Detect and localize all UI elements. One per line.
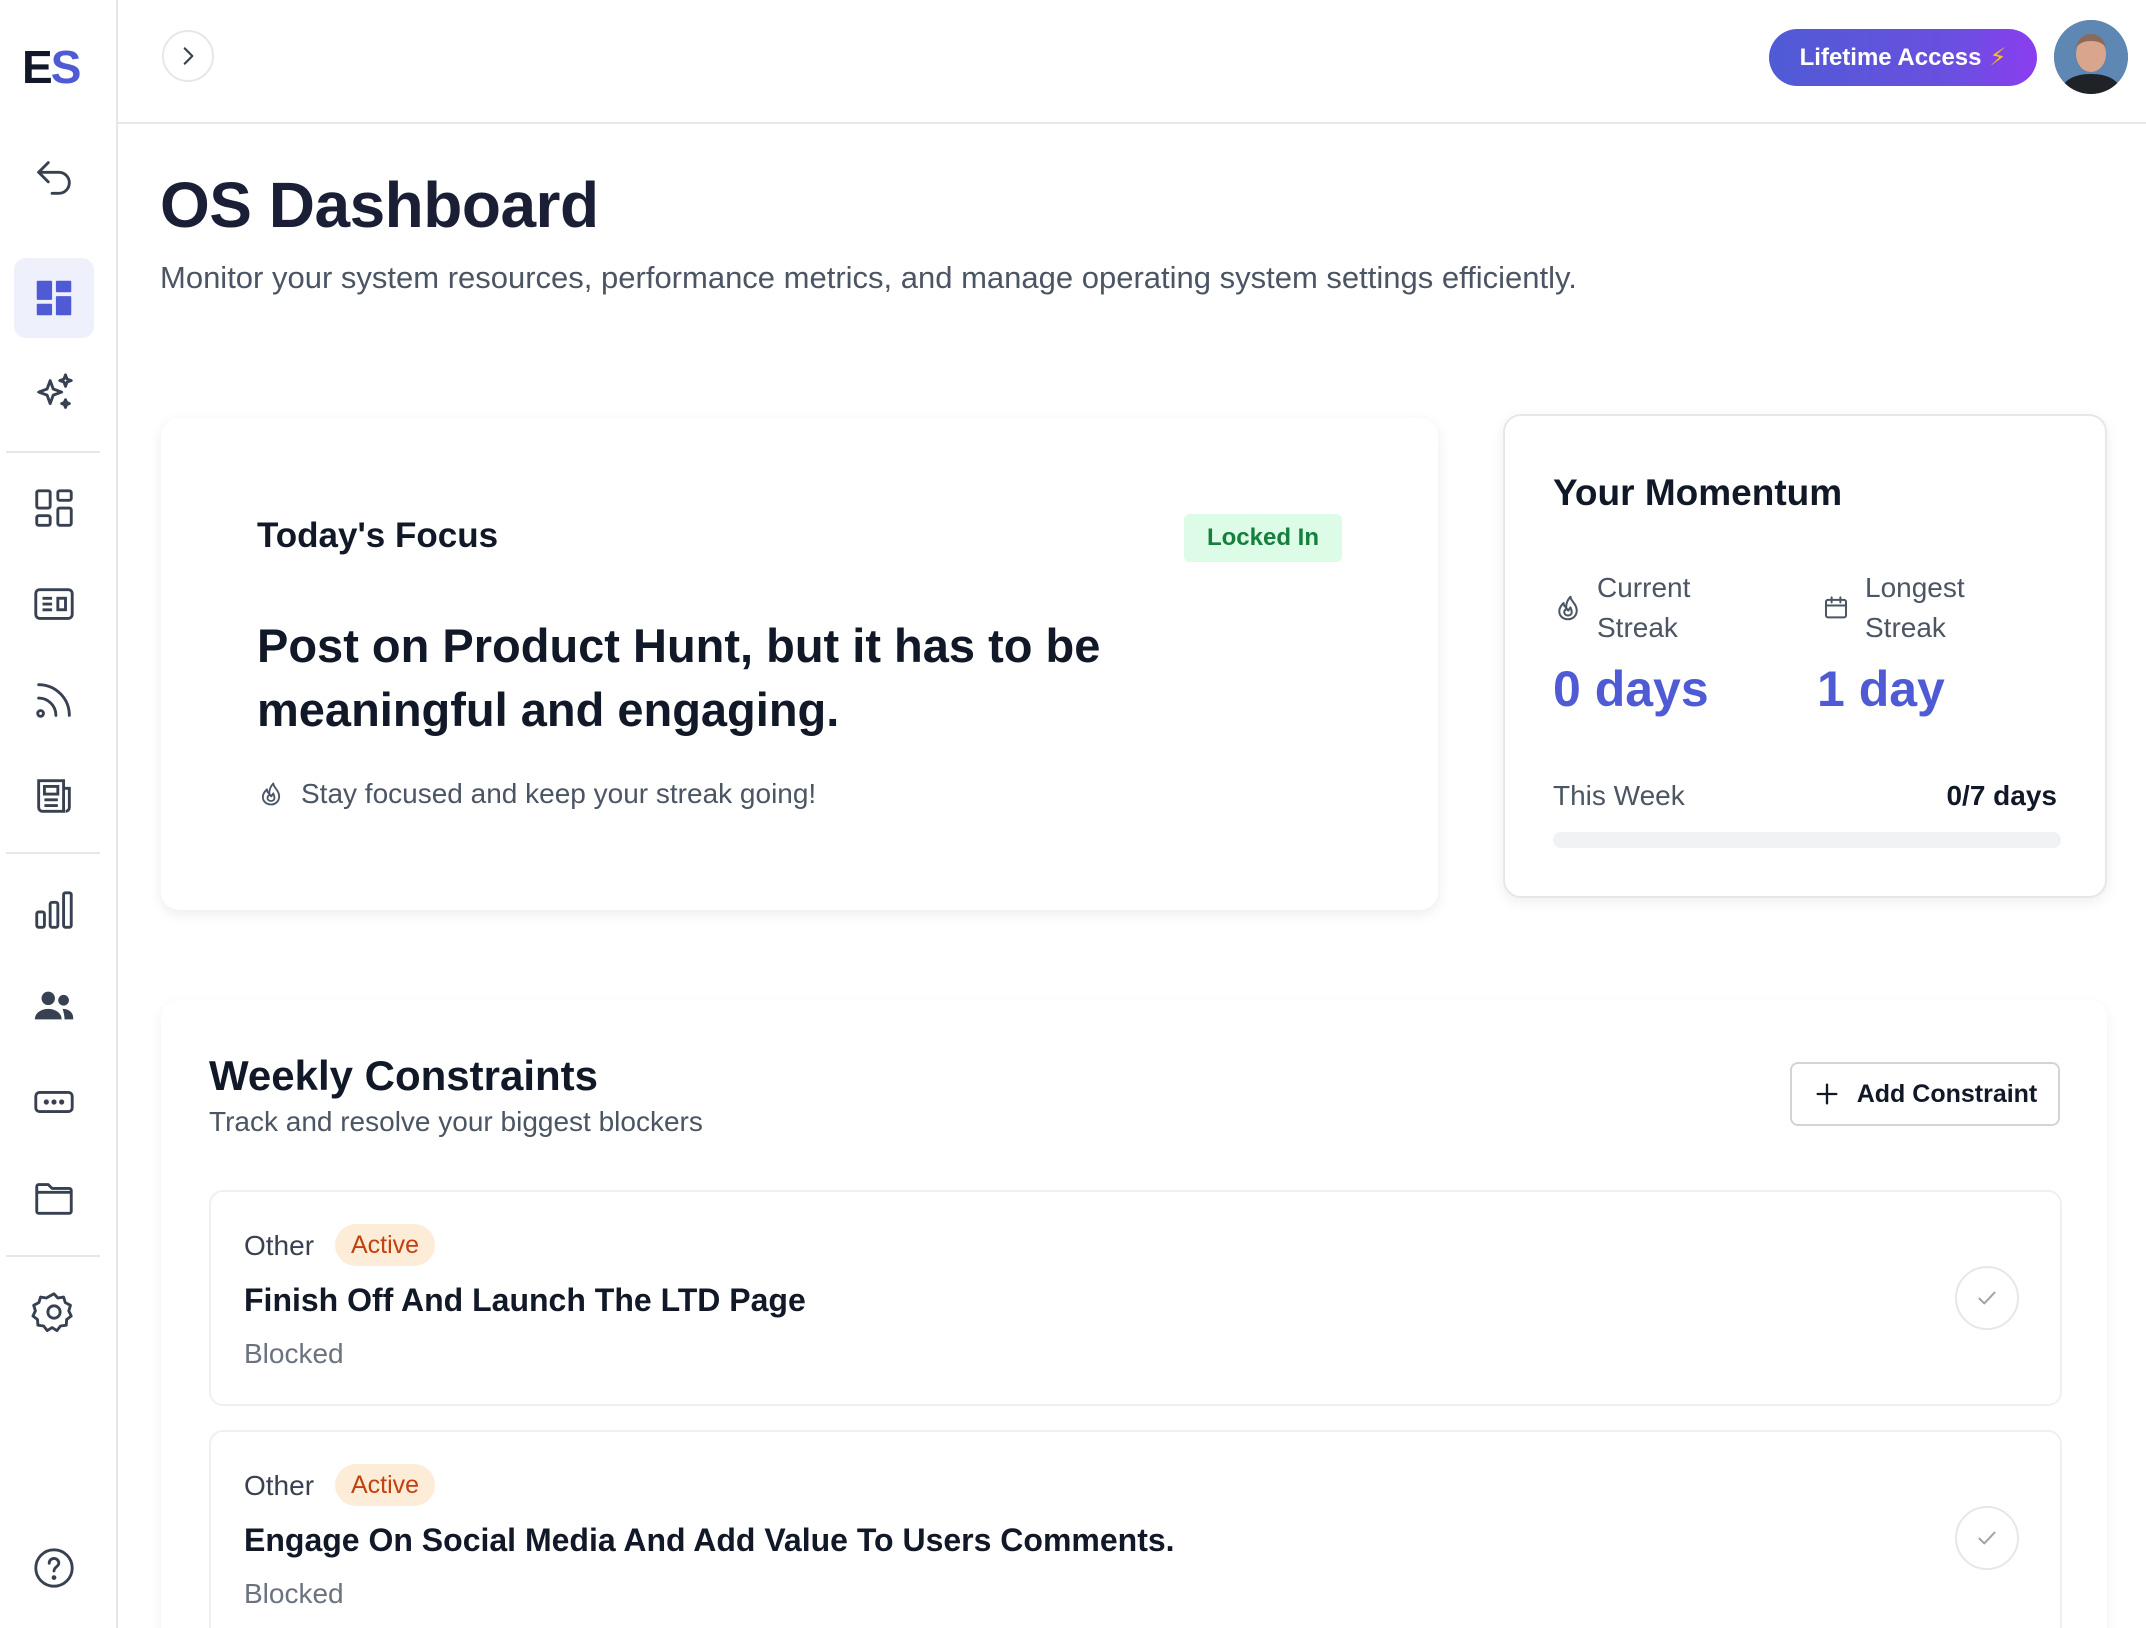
check-icon bbox=[1978, 1531, 1996, 1545]
constraint-status-badge: Active bbox=[335, 1224, 436, 1266]
sidebar: ES bbox=[0, 0, 118, 1628]
constraint-title: Engage On Social Media And Add Value To … bbox=[244, 1522, 1175, 1558]
help-icon bbox=[34, 1548, 74, 1588]
constraint-category: Other bbox=[244, 1470, 315, 1501]
week-progress-bar bbox=[1553, 832, 2061, 848]
longest-streak-label: Longest Streak bbox=[1865, 572, 1965, 643]
sidebar-item-files[interactable] bbox=[14, 1158, 94, 1238]
page-title: OS Dashboard bbox=[160, 169, 599, 241]
users-icon bbox=[34, 991, 74, 1020]
constraint-item[interactable]: Other Active Engage On Social Media And … bbox=[209, 1430, 2062, 1628]
momentum-card: Your Momentum Current Streak 0 days Long… bbox=[1503, 414, 2107, 898]
focus-label: Today's Focus bbox=[257, 516, 499, 555]
logo-letter-s: S bbox=[50, 41, 82, 93]
plus-icon bbox=[1816, 1083, 1838, 1105]
input-icon bbox=[34, 1090, 74, 1114]
grid-icon bbox=[35, 489, 73, 527]
sidebar-item-help[interactable] bbox=[14, 1528, 94, 1608]
constraints-title: Weekly Constraints bbox=[209, 1052, 599, 1099]
sidebar-item-settings[interactable] bbox=[14, 1272, 94, 1352]
constraint-status-badge: Active bbox=[335, 1464, 436, 1506]
user-avatar[interactable] bbox=[2054, 20, 2128, 94]
page-subtitle: Monitor your system resources, performan… bbox=[160, 260, 1577, 295]
add-constraint-label: Add Constraint bbox=[1856, 1079, 2038, 1108]
sidebar-divider bbox=[6, 451, 100, 453]
todays-focus-card: Today's Focus Locked In Post on Product … bbox=[161, 418, 1438, 910]
bar-chart-icon bbox=[35, 891, 73, 929]
constraints-subtitle: Track and resolve your biggest blockers bbox=[209, 1106, 703, 1137]
sidebar-item-forms[interactable] bbox=[14, 1062, 94, 1142]
top-header: Lifetime Access ⚡ bbox=[118, 0, 2146, 124]
sidebar-item-analytics[interactable] bbox=[14, 870, 94, 950]
sidebar-item-ai[interactable] bbox=[14, 354, 94, 434]
sidebar-item-apps[interactable] bbox=[14, 468, 94, 548]
constraint-title: Finish Off And Launch The LTD Page bbox=[244, 1282, 806, 1318]
sidebar-item-news[interactable] bbox=[14, 756, 94, 836]
focus-note-text: Stay focused and keep your streak going! bbox=[301, 778, 817, 809]
settings-icon bbox=[31, 1292, 73, 1333]
newspaper-icon bbox=[37, 779, 71, 813]
longest-streak: Longest Streak 1 day bbox=[1817, 568, 2041, 717]
media-icon bbox=[34, 588, 74, 620]
focus-note: Stay focused and keep your streak going! bbox=[257, 778, 816, 810]
constraint-category: Other bbox=[244, 1230, 315, 1261]
current-streak-label: Current Streak bbox=[1597, 572, 1691, 643]
sidebar-divider bbox=[6, 852, 100, 854]
bolt-icon: ⚡ bbox=[1989, 44, 2007, 71]
locked-in-badge: Locked In bbox=[1184, 514, 1342, 562]
focus-goal-text: Post on Product Hunt, but it has to be m… bbox=[257, 619, 1101, 736]
chevron-right-icon bbox=[183, 47, 194, 65]
constraint-status: Blocked bbox=[244, 1338, 344, 1369]
sidebar-item-back[interactable] bbox=[14, 138, 94, 218]
app-logo[interactable]: ES bbox=[22, 40, 82, 94]
current-streak-value: 0 days bbox=[1553, 661, 1709, 717]
this-week-label: This Week bbox=[1553, 780, 1685, 811]
avatar-image bbox=[2054, 20, 2128, 94]
calendar-icon bbox=[1825, 596, 1847, 619]
momentum-title: Your Momentum bbox=[1553, 472, 1843, 513]
constraint-item[interactable]: Other Active Finish Off And Launch The L… bbox=[209, 1190, 2062, 1406]
sidebar-item-users[interactable] bbox=[14, 966, 94, 1046]
lifetime-access-button[interactable]: Lifetime Access ⚡ bbox=[1769, 29, 2037, 86]
flame-icon bbox=[261, 782, 281, 806]
longest-streak-value: 1 day bbox=[1817, 661, 1945, 717]
constraint-status: Blocked bbox=[244, 1578, 344, 1609]
rss-icon bbox=[36, 683, 71, 718]
back-arrow-icon bbox=[37, 161, 71, 195]
weekly-constraints-card: Weekly Constraints Track and resolve you… bbox=[161, 1000, 2107, 1628]
lifetime-access-label: Lifetime Access bbox=[1799, 43, 1982, 71]
current-streak: Current Streak 0 days bbox=[1553, 568, 1753, 717]
expand-sidebar-button[interactable] bbox=[162, 30, 214, 82]
flame-icon bbox=[1558, 595, 1578, 621]
sidebar-item-dashboard[interactable] bbox=[14, 258, 94, 338]
sidebar-divider bbox=[6, 1255, 100, 1257]
this-week-value: 0/7 days bbox=[1946, 780, 2057, 811]
sidebar-item-feeds[interactable] bbox=[14, 660, 94, 740]
add-constraint-button[interactable]: Add Constraint bbox=[1790, 1062, 2060, 1126]
logo-letter-e: E bbox=[22, 41, 53, 93]
resolve-constraint-button[interactable] bbox=[1955, 1506, 2019, 1570]
check-icon bbox=[1978, 1291, 1996, 1305]
sidebar-item-media[interactable] bbox=[14, 564, 94, 644]
folder-icon bbox=[35, 1183, 73, 1215]
dashboard-icon bbox=[36, 280, 72, 316]
sparkles-icon bbox=[37, 373, 73, 409]
resolve-constraint-button[interactable] bbox=[1955, 1266, 2019, 1330]
